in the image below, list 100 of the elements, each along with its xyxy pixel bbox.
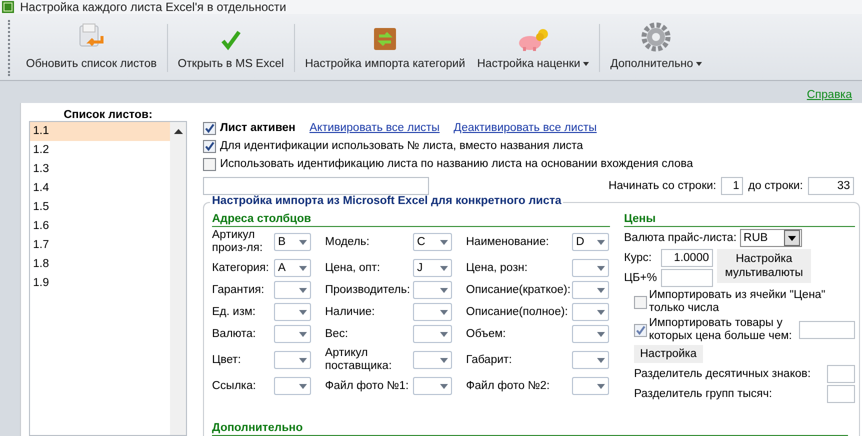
column-dropdown[interactable] [572, 281, 609, 299]
column-dropdown[interactable]: B [274, 233, 311, 251]
field-label: Наименование: [466, 236, 550, 248]
checkbox[interactable] [634, 324, 647, 336]
column-dropdown[interactable] [572, 351, 609, 369]
box-arrows-icon [372, 26, 398, 52]
caret-icon[interactable] [583, 62, 590, 66]
toolbar-button[interactable]: Настройка наценки [471, 16, 596, 80]
min-price-field[interactable] [799, 321, 855, 339]
column-dropdown[interactable]: D [572, 233, 609, 251]
column-dropdown[interactable]: C [413, 233, 452, 251]
currency-dropdown[interactable]: RUB [740, 229, 802, 247]
field-label: Описание(полное): [466, 306, 569, 318]
caret-icon[interactable] [696, 62, 702, 66]
thousands-separator-field[interactable] [827, 385, 855, 403]
multicurrency-button[interactable]: Настройка мультивалюты [717, 249, 811, 283]
settings-button[interactable]: Настройка [634, 345, 703, 363]
list-item[interactable]: 1.2 [30, 141, 170, 160]
group-title: Настройка импорта из Microsoft Excel для конкретного листа [210, 195, 564, 207]
checkbox-label: Использовать идентификацию листа по названию листа на основании вхождения слова [220, 158, 694, 170]
checkbox[interactable] [203, 122, 216, 134]
list-item[interactable]: 1.4 [30, 179, 170, 198]
field-label: Разделитель десятичных знаков: [634, 368, 812, 380]
list-item[interactable]: 1.8 [30, 255, 170, 274]
link[interactable]: Деактивировать все листы [454, 122, 597, 134]
app-icon [2, 0, 14, 13]
field-label: до строки: [748, 180, 803, 192]
field-label: Ед. изм: [212, 306, 257, 318]
column-dropdown[interactable] [413, 325, 452, 343]
field-label: Ссылка: [212, 380, 257, 392]
section-heading: Цены [624, 212, 855, 227]
checkbox-label: Импортировать товары у которых цена больше чем: [649, 317, 793, 343]
field-label: Курс: [624, 252, 653, 264]
toolbar-button[interactable]: Открыть в MS Excel [172, 16, 290, 80]
field-label: Артикул поставщика: [325, 347, 393, 373]
end-row-field[interactable]: 33 [808, 177, 854, 195]
gear-icon [641, 22, 672, 52]
column-dropdown[interactable] [413, 377, 452, 395]
scroll-up-icon[interactable] [174, 128, 182, 134]
text-field[interactable] [203, 177, 429, 195]
decimal-separator-field[interactable] [827, 365, 855, 383]
field-label: Начинать со строки: [608, 180, 716, 192]
field-label: Файл фото №2: [466, 380, 551, 392]
list-item[interactable]: 1.6 [30, 217, 170, 236]
column-dropdown[interactable] [572, 259, 609, 277]
field-label: Габарит: [466, 354, 513, 366]
field-label: Валюта прайс-листа: [624, 232, 737, 244]
column-dropdown[interactable] [274, 281, 311, 299]
column-dropdown[interactable] [413, 351, 452, 369]
field-label: Наличие: [325, 306, 376, 318]
list-item[interactable]: 1.5 [30, 198, 170, 217]
checkbox-label: Импортировать из ячейки "Цена" только числа [649, 289, 826, 315]
field-label: Категория: [212, 262, 270, 274]
column-dropdown[interactable] [274, 351, 311, 369]
column-dropdown[interactable] [274, 303, 311, 321]
column-dropdown[interactable] [572, 325, 609, 343]
start-row-field[interactable]: 1 [721, 177, 744, 195]
column-dropdown[interactable]: A [274, 259, 311, 277]
field-label: Цвет: [212, 354, 242, 366]
field-label: Описание(краткое): [466, 284, 570, 296]
column-dropdown[interactable] [572, 303, 609, 321]
toolbar-button[interactable]: Дополнительно [604, 16, 708, 80]
rate-field[interactable]: 1.0000 [661, 249, 713, 267]
window-title: Настройка каждого листа Excel'я в отдельности [20, 0, 286, 14]
checkbox-label: Для идентификации использовать № листа, вместо названия листа [220, 140, 584, 152]
percent-field[interactable] [661, 269, 713, 287]
sheet-list[interactable]: 1.1 1.2 1.3 1.4 1.5 1.6 1.7 1.8 1.9 [29, 121, 187, 436]
toolbar-button[interactable]: Обновить список листов [20, 16, 163, 80]
list-item[interactable]: 1.1 [30, 122, 170, 141]
checkbox[interactable] [634, 296, 647, 308]
column-dropdown[interactable]: J [413, 259, 452, 277]
field-label: Цена, опт: [325, 262, 382, 274]
field-label: Объем: [466, 328, 507, 340]
list-item[interactable]: 1.7 [30, 236, 170, 255]
field-label: Разделитель групп тысяч: [634, 388, 774, 400]
field-label: Файл фото №1: [325, 380, 410, 392]
list-item[interactable]: 1.3 [30, 160, 170, 179]
list-item[interactable]: 1.9 [30, 274, 170, 293]
field-label: Валюта: [212, 328, 257, 340]
checkbox[interactable] [203, 158, 216, 170]
field-label: Гарантия: [212, 284, 266, 296]
field-label: Артикул произ-ля: [212, 229, 264, 255]
field-label: Вес: [325, 328, 350, 340]
column-dropdown[interactable] [572, 377, 609, 395]
section-heading: Дополнительно [212, 421, 848, 436]
field-label: Производитель: [325, 284, 411, 296]
field-label: Цена, розн: [466, 262, 529, 274]
column-dropdown[interactable] [413, 281, 452, 299]
checkmark-icon [218, 28, 243, 52]
column-dropdown[interactable] [274, 377, 311, 395]
list-title: Список листов: [62, 109, 154, 121]
checkbox-label: Лист активен [220, 122, 296, 134]
link[interactable]: Активировать все листы [309, 122, 440, 134]
scrollbar[interactable] [170, 122, 186, 435]
column-dropdown[interactable] [413, 303, 452, 321]
toolbar-button[interactable]: Настройка импорта категорий [298, 16, 472, 80]
piggy-bank-icon [516, 28, 550, 52]
checkbox[interactable] [203, 140, 216, 152]
column-dropdown[interactable] [274, 325, 311, 343]
dropdown-arrow-icon[interactable] [788, 236, 796, 240]
